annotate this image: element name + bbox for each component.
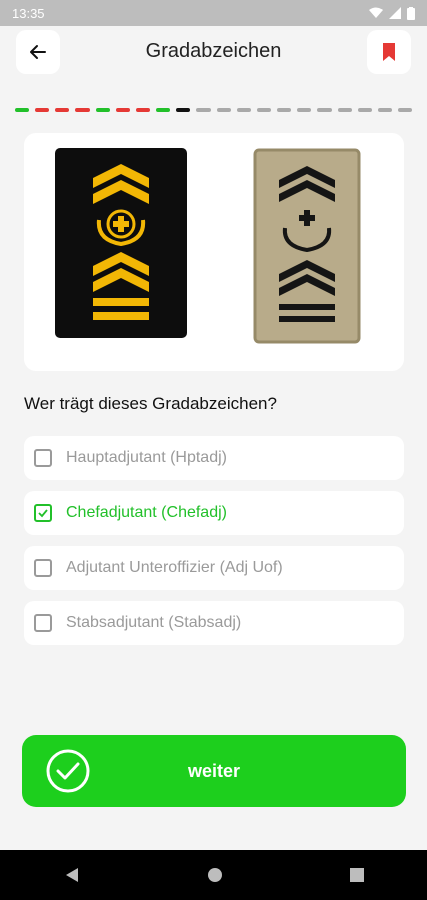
progress-segment-wrong (55, 108, 70, 112)
progress-segment-wrong (35, 108, 50, 112)
progress-segment-correct (15, 108, 30, 112)
checkbox[interactable] (34, 614, 52, 632)
wifi-icon (369, 7, 383, 18)
answer-option-0[interactable]: Hauptadjutant (Hptadj) (24, 436, 404, 480)
checkbox[interactable] (34, 559, 52, 577)
insignia-gold-black (55, 148, 187, 338)
progress-segment-pending (216, 108, 231, 112)
progress-segment-wrong (115, 108, 130, 112)
bookmark-button[interactable] (367, 30, 411, 74)
option-label: Adjutant Unteroffizier (Adj Uof) (66, 559, 283, 576)
insignia-image-card (24, 133, 404, 371)
next-button[interactable]: weiter (22, 735, 406, 807)
progress-segment-correct (156, 108, 171, 112)
answer-option-1[interactable]: Chefadjutant (Chefadj) (24, 491, 404, 535)
battery-icon (407, 6, 415, 20)
progress-segment-pending (236, 108, 251, 112)
progress-segment-pending (196, 108, 211, 112)
app-header: Gradabzeichen (0, 26, 427, 76)
checkbox[interactable] (34, 449, 52, 467)
nav-recents-icon[interactable] (349, 868, 364, 882)
progress-segment-wrong (135, 108, 151, 112)
option-label: Hauptadjutant (Hptadj) (66, 449, 227, 466)
status-time: 13:35 (12, 5, 45, 21)
question-text: Wer trägt dieses Gradabzeichen? (24, 394, 277, 413)
progress-bar (15, 108, 413, 112)
rank-insignia-image (55, 148, 361, 344)
progress-segment-pending (357, 108, 372, 112)
answer-option-3[interactable]: Stabsadjutant (Stabsadj) (24, 601, 404, 645)
status-bar: 13:35 (0, 0, 427, 26)
bookmark-icon (383, 43, 395, 61)
status-icons (369, 6, 415, 20)
check-circle-icon (46, 749, 90, 793)
page-title: Gradabzeichen (145, 39, 282, 62)
progress-segment-pending (397, 108, 413, 112)
back-button[interactable] (16, 30, 60, 74)
progress-segment-pending (317, 108, 332, 112)
progress-segment-wrong (75, 108, 90, 112)
progress-segment-pending (277, 108, 292, 112)
progress-segment-current (176, 108, 191, 112)
system-nav-bar (0, 850, 427, 900)
nav-home-icon[interactable] (207, 867, 223, 883)
progress-segment-pending (256, 108, 272, 112)
progress-segment-correct (95, 108, 110, 112)
next-button-label: weiter (187, 760, 241, 781)
signal-icon (389, 7, 401, 19)
progress-segment-pending (337, 108, 352, 112)
option-label: Chefadjutant (Chefadj) (66, 504, 227, 521)
check-icon (38, 509, 48, 518)
option-label: Stabsadjutant (Stabsadj) (66, 614, 242, 631)
answer-option-2[interactable]: Adjutant Unteroffizier (Adj Uof) (24, 546, 404, 590)
arrow-left-icon (30, 45, 46, 59)
nav-back-icon[interactable] (64, 867, 80, 883)
checkbox-checked[interactable] (34, 504, 52, 522)
insignia-tan-black (253, 148, 361, 344)
progress-segment-pending (377, 108, 392, 112)
progress-segment-pending (297, 108, 312, 112)
